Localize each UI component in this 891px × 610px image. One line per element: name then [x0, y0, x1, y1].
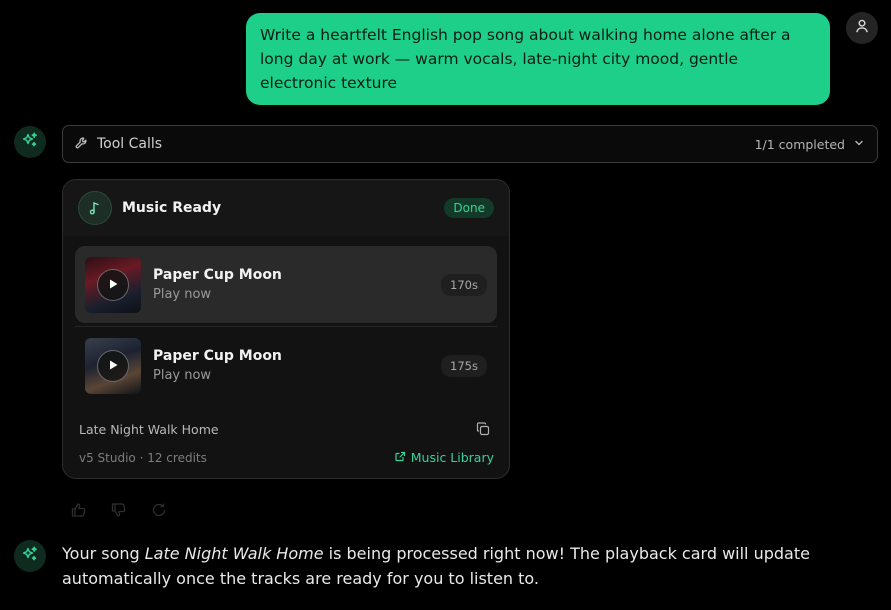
song-name: Late Night Walk Home: [79, 422, 219, 437]
assistant-avatar: [14, 540, 46, 572]
user-message-text: Write a heartfelt English pop song about…: [260, 26, 791, 92]
tool-calls-count: 1/1 completed: [754, 136, 845, 152]
track-subtitle: Play now: [153, 287, 212, 302]
thumbs-up-icon[interactable]: [70, 501, 88, 519]
wrench-icon: [75, 135, 89, 154]
track-title: Paper Cup Moon: [153, 267, 282, 283]
play-button[interactable]: [97, 268, 129, 301]
track-cover: [85, 256, 141, 313]
status-badge: Done: [444, 198, 494, 218]
track-row[interactable]: Paper Cup Moon Play now 175s: [75, 327, 497, 404]
track-title: Paper Cup Moon: [153, 348, 282, 364]
track-duration: 175s: [441, 354, 487, 377]
credits-info: v5 Studio · 12 credits: [79, 451, 207, 465]
play-icon: [107, 275, 119, 294]
chevron-down-icon[interactable]: [853, 137, 865, 152]
track-subtitle: Play now: [153, 368, 212, 383]
music-library-label: Music Library: [410, 450, 494, 465]
tool-calls-status: 1/1 completed: [755, 137, 865, 152]
track-row[interactable]: Paper Cup Moon Play now 170s: [75, 246, 497, 323]
music-library-link[interactable]: Music Library: [395, 450, 494, 465]
thumbs-down-icon[interactable]: [110, 501, 128, 519]
user-message-bubble: Write a heartfelt English pop song about…: [246, 13, 830, 105]
play-icon: [107, 356, 119, 375]
assistant-message: Your song Late Night Walk Home is being …: [62, 541, 882, 591]
tool-calls-label: Tool Calls: [97, 136, 163, 152]
user-avatar: [846, 12, 878, 44]
tool-calls-bar[interactable]: Tool Calls 1/1 completed: [62, 125, 878, 163]
assistant-avatar: [14, 126, 46, 158]
music-card-header: Music Ready Done: [63, 180, 509, 236]
assistant-message-song: Late Night Walk Home: [144, 544, 324, 563]
user-icon: [854, 18, 870, 38]
music-card: Music Ready Done Paper Cup Moon Play now…: [62, 179, 510, 479]
sparkle-icon: [21, 131, 39, 153]
track-duration: 170s: [441, 273, 487, 296]
external-link-icon: [395, 450, 406, 465]
sparkle-icon: [21, 545, 39, 567]
refresh-icon[interactable]: [150, 501, 168, 519]
message-actions: [70, 501, 168, 519]
music-note-icon: [78, 191, 112, 225]
music-card-title: Music Ready: [122, 200, 222, 216]
play-button[interactable]: [97, 349, 129, 382]
track-cover: [85, 337, 141, 394]
copy-icon[interactable]: [476, 421, 490, 440]
assistant-message-prefix: Your song: [62, 544, 145, 563]
